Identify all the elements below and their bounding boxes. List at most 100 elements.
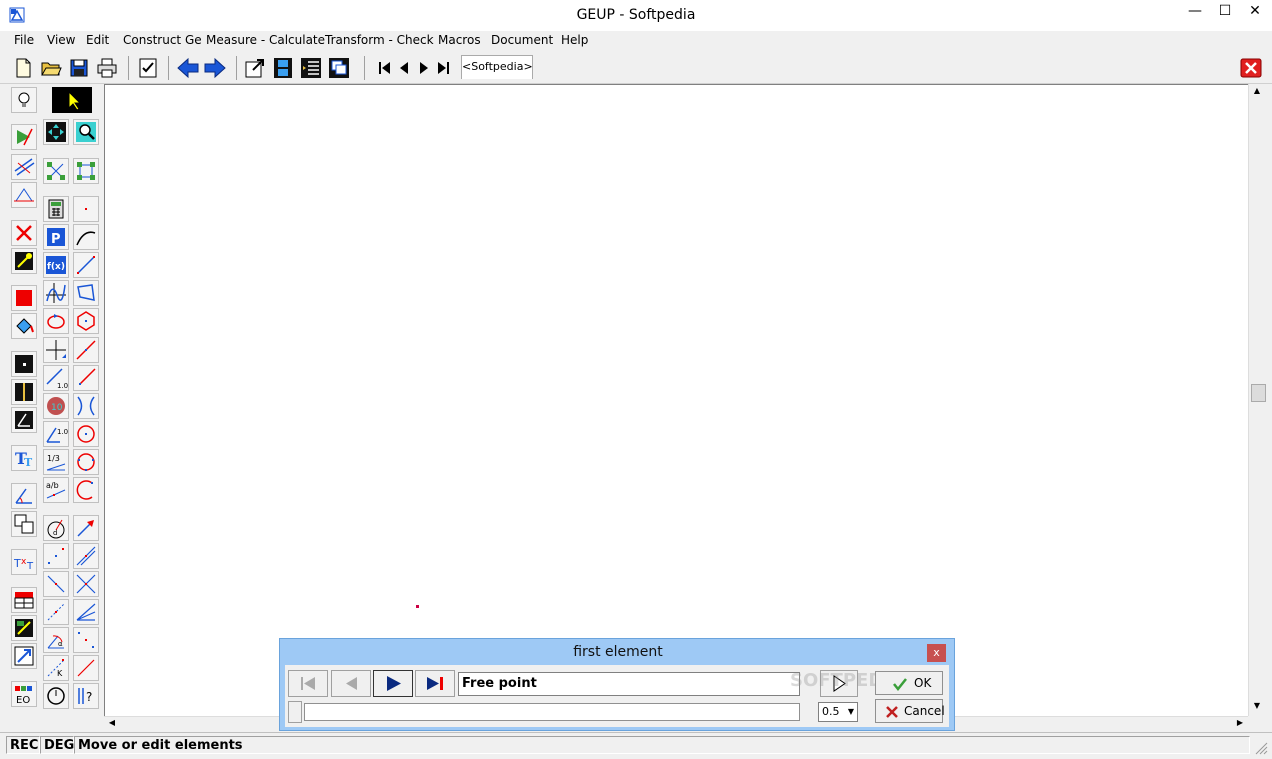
close-window-button[interactable]: ✕ xyxy=(1240,0,1270,24)
reflect-tool[interactable] xyxy=(11,182,37,208)
drawing-canvas[interactable] xyxy=(104,84,1248,716)
scale-tool[interactable] xyxy=(11,643,37,669)
circle-3points-tool[interactable] xyxy=(73,449,99,475)
macro-tool[interactable]: EO xyxy=(11,681,37,707)
dialog-first-button[interactable] xyxy=(288,670,328,697)
dialog-close-button[interactable]: x xyxy=(927,644,946,662)
scroll-left-arrow[interactable]: ◀ xyxy=(104,718,120,727)
clock-tool[interactable] xyxy=(43,683,69,709)
line-tool[interactable] xyxy=(73,337,99,363)
free-point[interactable] xyxy=(416,605,419,608)
angle-value-tool[interactable]: 1.0 xyxy=(43,421,69,447)
maximize-button[interactable]: ☐ xyxy=(1210,0,1240,24)
progress-slider-handle[interactable] xyxy=(288,701,302,723)
check-property-tool[interactable]: ? xyxy=(73,683,99,709)
parameter-tool[interactable]: P xyxy=(43,224,69,250)
point-tool[interactable] xyxy=(73,196,99,222)
speed-select[interactable]: 0.5 ▼ xyxy=(818,702,858,722)
check-button[interactable] xyxy=(136,56,160,80)
function-tool[interactable]: f(x) xyxy=(43,252,69,278)
open-button[interactable] xyxy=(39,56,63,80)
menu-macros[interactable]: Macros xyxy=(438,33,481,47)
locus-tool[interactable]: 10 xyxy=(43,393,69,419)
copy-tool[interactable] xyxy=(11,511,37,537)
regular-polygon-tool[interactable] xyxy=(73,308,99,334)
print-button[interactable] xyxy=(95,56,119,80)
export-button[interactable] xyxy=(243,56,267,80)
angle-style-tool[interactable] xyxy=(11,407,37,433)
intersection-points-tool[interactable] xyxy=(43,543,69,569)
menu-help[interactable]: Help xyxy=(561,33,588,47)
table-tool[interactable] xyxy=(11,587,37,613)
circle-tool[interactable] xyxy=(73,421,99,447)
hide-tool[interactable] xyxy=(11,248,37,274)
back-button[interactable] xyxy=(176,56,200,80)
animation-button[interactable] xyxy=(271,56,295,80)
radius-tool[interactable]: d xyxy=(43,515,69,541)
new-document-button[interactable] xyxy=(11,56,35,80)
arc-tool[interactable] xyxy=(73,477,99,503)
scroll-up-arrow[interactable]: ▲ xyxy=(1249,86,1265,95)
first-step-button[interactable] xyxy=(372,56,392,80)
menu-construct[interactable]: Construct Ge xyxy=(123,33,202,47)
distance-tool[interactable]: 1.0 xyxy=(43,365,69,391)
close-document-button[interactable] xyxy=(1239,56,1263,80)
forward-button[interactable] xyxy=(203,56,227,80)
select-tool[interactable] xyxy=(52,87,92,113)
polygon-tool[interactable] xyxy=(73,280,99,306)
dialog-play-button[interactable] xyxy=(373,670,413,697)
windows-button[interactable] xyxy=(327,56,351,80)
vertical-scrollbar[interactable]: ▲ ▼ xyxy=(1248,84,1266,716)
ok-button[interactable]: OK xyxy=(875,671,943,695)
menu-file[interactable]: File xyxy=(14,33,34,47)
move-point-tool[interactable] xyxy=(11,124,37,150)
menu-measure-calculate[interactable]: Measure - Calculate xyxy=(206,33,325,47)
perpendicular-tool[interactable] xyxy=(43,337,69,363)
line-style-tool[interactable] xyxy=(11,379,37,405)
intersection-tool[interactable] xyxy=(73,571,99,597)
vector-tool[interactable] xyxy=(73,515,99,541)
deg-indicator[interactable]: DEG xyxy=(40,736,74,754)
previous-step-button[interactable] xyxy=(392,56,412,80)
vertical-scroll-thumb[interactable] xyxy=(1251,384,1266,402)
translation-tool[interactable] xyxy=(73,655,99,681)
rec-indicator[interactable]: REC xyxy=(6,736,40,754)
delete-tool[interactable] xyxy=(11,220,37,246)
graph2-tool[interactable] xyxy=(73,158,99,184)
zoom-tool[interactable] xyxy=(73,119,99,145)
save-button[interactable] xyxy=(67,56,91,80)
text-label-tool[interactable]: TxT xyxy=(11,549,37,575)
angle-measure-tool[interactable] xyxy=(11,483,37,509)
color-tool[interactable] xyxy=(11,285,37,311)
rotation-angle-tool[interactable]: α xyxy=(43,627,69,653)
image-tool[interactable] xyxy=(11,615,37,641)
parallel-lines-tool[interactable] xyxy=(11,154,37,180)
menu-document[interactable]: Document xyxy=(491,33,553,47)
parallel-tool[interactable] xyxy=(73,543,99,569)
ratio-tool[interactable]: 1/3 xyxy=(43,449,69,475)
hyperbola-tool[interactable] xyxy=(73,393,99,419)
cancel-button[interactable]: Cancel xyxy=(875,699,945,723)
segment-tool[interactable] xyxy=(73,252,99,278)
calculator-tool[interactable] xyxy=(43,196,69,222)
resize-grip-icon[interactable] xyxy=(1254,741,1268,755)
midpoint-tool[interactable] xyxy=(43,571,69,597)
curve-tool[interactable] xyxy=(73,224,99,250)
hint-tool[interactable] xyxy=(11,87,37,113)
dilation-tool[interactable]: K xyxy=(43,655,69,681)
fill-tool[interactable] xyxy=(11,313,37,339)
rotate-tool[interactable] xyxy=(43,308,69,334)
proportion-tool[interactable]: a/b xyxy=(43,477,69,503)
plot-tool[interactable] xyxy=(43,280,69,306)
zoom-fit-tool[interactable] xyxy=(43,119,69,145)
bisector-tool[interactable] xyxy=(73,599,99,625)
point-style-tool[interactable] xyxy=(11,351,37,377)
menu-edit[interactable]: Edit xyxy=(86,33,109,47)
scroll-right-arrow[interactable]: ▶ xyxy=(1232,718,1248,727)
dialog-last-button[interactable] xyxy=(415,670,455,697)
text-tool[interactable]: TT xyxy=(11,445,37,471)
point-on-object-tool[interactable] xyxy=(43,599,69,625)
scroll-down-arrow[interactable]: ▼ xyxy=(1249,701,1265,710)
next-step-button[interactable] xyxy=(412,56,432,80)
reflection-point-tool[interactable] xyxy=(73,627,99,653)
